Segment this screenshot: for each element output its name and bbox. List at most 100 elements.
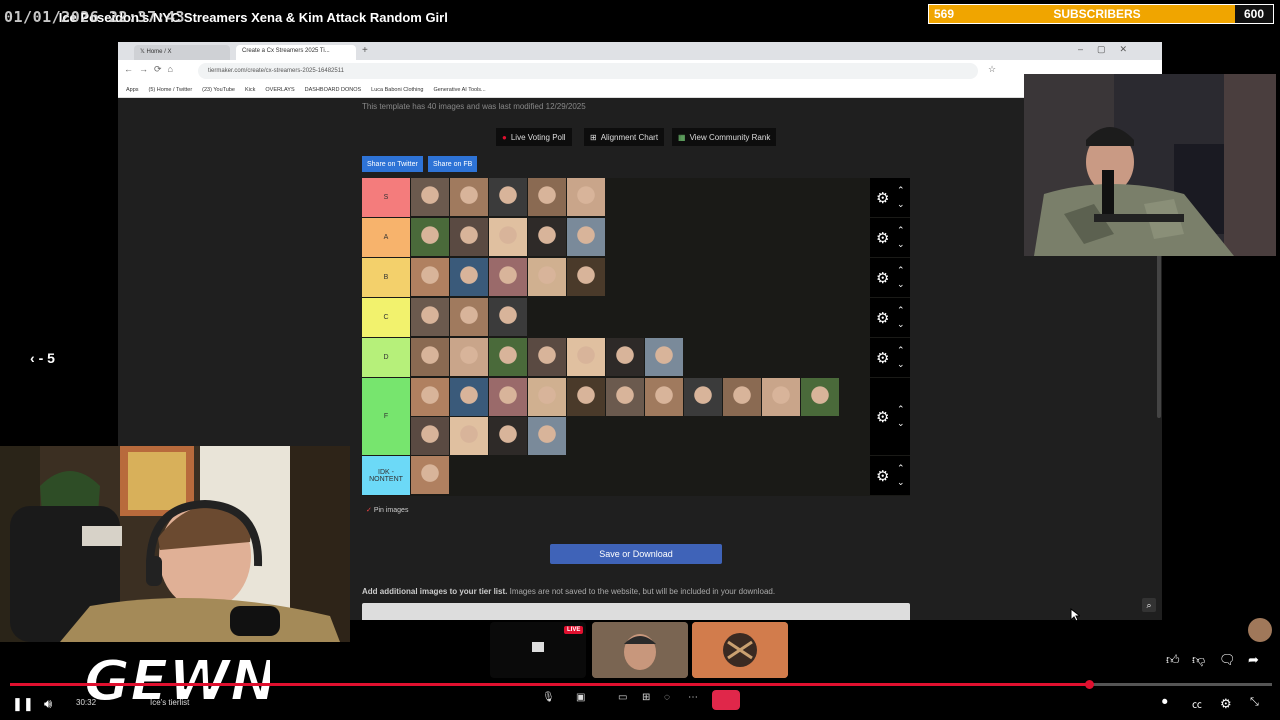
tier-image[interactable] [762, 378, 800, 416]
tier-label[interactable]: A [362, 218, 410, 257]
share-fb-button[interactable]: Share on FB [428, 156, 478, 172]
screen-share-icon[interactable]: ▭ [618, 692, 627, 703]
bookmark-star-icon[interactable]: ☆ [988, 64, 996, 75]
viewer-avatar[interactable] [1248, 618, 1272, 642]
tier-image[interactable] [528, 218, 566, 256]
pin-images-toggle[interactable]: ✓ Pin images [366, 506, 408, 514]
alignment-chart-button[interactable]: ⊞ Alignment Chart [584, 128, 665, 146]
tier-image[interactable] [411, 338, 449, 376]
tier-image[interactable] [684, 378, 722, 416]
tier-image[interactable] [489, 178, 527, 216]
gear-icon[interactable]: ⚙ [876, 189, 889, 207]
tier-image[interactable] [450, 378, 488, 416]
chevron-down-icon[interactable]: ⌄ [897, 200, 905, 209]
participant-tile-1[interactable] [592, 622, 688, 678]
pause-icon[interactable]: ❚❚ [12, 696, 34, 712]
captions-icon[interactable]: ㏄ [1192, 696, 1202, 711]
tier-image[interactable] [489, 338, 527, 376]
participant-tile-2[interactable] [692, 622, 788, 678]
tier-image[interactable] [723, 378, 761, 416]
tier-image[interactable] [567, 338, 605, 376]
chevron-down-icon[interactable]: ⌄ [897, 419, 905, 428]
tier-image[interactable] [450, 417, 488, 455]
microphone-icon[interactable]: 🎙︎ [542, 692, 555, 703]
tier-image[interactable] [645, 338, 683, 376]
browser-tab-home[interactable]: 𝕏 Home / X [134, 45, 230, 60]
gear-icon[interactable]: ⚙ [876, 408, 889, 426]
bookmark-item[interactable]: (23) YouTube [202, 87, 235, 93]
tier-image[interactable] [645, 378, 683, 416]
tier-label[interactable]: S [362, 178, 410, 217]
fullscreen-icon[interactable]: ⤡ [1250, 696, 1259, 709]
new-tab-icon[interactable]: + [362, 45, 368, 56]
share-twitter-button[interactable]: Share on Twitter [362, 156, 423, 172]
tier-image[interactable] [489, 218, 527, 256]
tier-image[interactable] [567, 378, 605, 416]
chevron-up-icon[interactable]: ⌃ [897, 266, 905, 275]
tier-image[interactable] [450, 178, 488, 216]
chevron-up-icon[interactable]: ⌃ [897, 226, 905, 235]
end-call-button[interactable] [712, 690, 740, 710]
participant-tile-screen[interactable]: LIVE [490, 622, 586, 678]
layout-icon[interactable]: ⊞ [642, 692, 650, 703]
tier-image[interactable] [450, 338, 488, 376]
tier-image[interactable] [528, 338, 566, 376]
chevron-down-icon[interactable]: ⌄ [897, 360, 905, 369]
url-input[interactable]: tiermaker.com/create/cx-streamers-2025-1… [198, 63, 978, 79]
tier-label[interactable]: C [362, 298, 410, 337]
chevron-up-icon[interactable]: ⌃ [897, 405, 905, 414]
share-icon[interactable]: ➦ [1248, 652, 1259, 668]
chevron-up-icon[interactable]: ⌃ [897, 346, 905, 355]
chevron-down-icon[interactable]: ⌄ [897, 478, 905, 487]
tier-image[interactable] [411, 298, 449, 336]
community-rank-button[interactable]: ▦ View Community Rank [672, 128, 777, 146]
tier-image[interactable] [411, 218, 449, 256]
tier-image[interactable] [411, 378, 449, 416]
save-download-button[interactable]: Save or Download [550, 544, 722, 564]
gear-icon[interactable]: ⚙ [876, 229, 889, 247]
browser-tab-tiermaker[interactable]: Create a Cx Streamers 2025 Ti... [236, 45, 356, 60]
image-upload-input[interactable] [362, 603, 910, 620]
tier-image[interactable] [606, 338, 644, 376]
tier-image[interactable] [528, 417, 566, 455]
chevron-down-icon[interactable]: ⌄ [897, 240, 905, 249]
bookmark-item[interactable]: Apps [126, 87, 139, 93]
nav-buttons[interactable]: ←→⟳⌂ [124, 64, 179, 75]
bookmark-item[interactable]: DASHBOARD DONOS [305, 87, 362, 93]
tier-image[interactable] [411, 417, 449, 455]
comment-icon[interactable]: 🗨︎ [1219, 652, 1236, 668]
bookmark-item[interactable]: (5) Home / Twitter [149, 87, 193, 93]
tier-image[interactable] [567, 218, 605, 256]
bookmark-item[interactable]: Generative AI Tools... [433, 87, 485, 93]
more-icon[interactable]: ⋯ [688, 692, 698, 703]
gear-icon[interactable]: ⚙ [876, 467, 889, 485]
tier-label[interactable]: IDK - NONTENT [362, 456, 410, 495]
bookmark-item[interactable]: OVERLAYS [265, 87, 294, 93]
bookmark-item[interactable]: Kick [245, 87, 255, 93]
tier-image[interactable] [489, 417, 527, 455]
tier-label[interactable]: F [362, 378, 410, 455]
window-controls[interactable]: –▢✕ [1078, 44, 1141, 55]
tier-image[interactable] [489, 258, 527, 296]
tier-label[interactable]: B [362, 258, 410, 297]
tier-image[interactable] [489, 298, 527, 336]
chevron-up-icon[interactable]: ⌃ [897, 464, 905, 473]
tier-image[interactable] [567, 258, 605, 296]
chapter-title[interactable]: Ice's tierlist [150, 698, 189, 707]
like-icon[interactable]: 👍︎ [1166, 652, 1180, 668]
tier-image[interactable] [411, 178, 449, 216]
tier-image[interactable] [528, 258, 566, 296]
tier-image[interactable] [528, 378, 566, 416]
tier-image[interactable] [450, 258, 488, 296]
volume-icon[interactable]: 🔊︎ [44, 696, 52, 712]
tier-image[interactable] [567, 178, 605, 216]
tier-image[interactable] [801, 378, 839, 416]
settings-gear-icon[interactable]: ⚙ [1220, 696, 1232, 712]
chevron-down-icon[interactable]: ⌄ [897, 280, 905, 289]
chat-icon[interactable]: ◌ [664, 692, 670, 703]
chevron-up-icon[interactable]: ⌃ [897, 186, 905, 195]
chevron-down-icon[interactable]: ⌄ [897, 320, 905, 329]
tier-image[interactable] [411, 456, 449, 494]
tier-image[interactable] [411, 258, 449, 296]
zoom-icon[interactable]: ⌕ [1142, 598, 1156, 612]
